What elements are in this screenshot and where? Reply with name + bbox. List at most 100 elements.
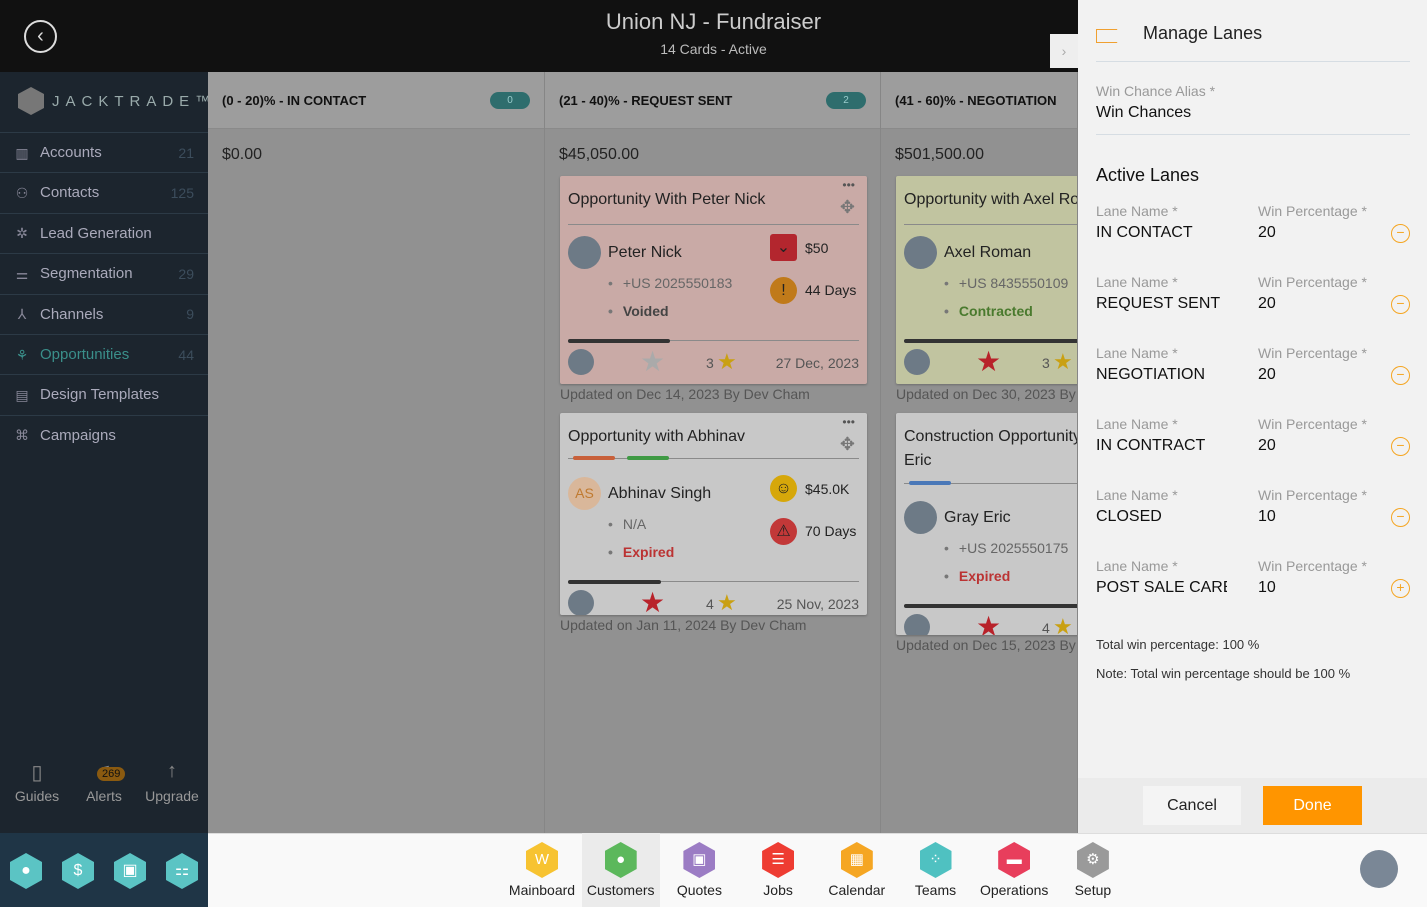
rating-star-icon: ★: [717, 349, 737, 374]
alias-input[interactable]: Win Chances: [1096, 104, 1410, 122]
card-title-line2: Eric: [904, 452, 932, 469]
lane-name-input[interactable]: CLOSED: [1096, 508, 1227, 526]
sidebar-item-segmentation[interactable]: ⚌ Segmentation 29: [0, 253, 208, 293]
nav-label: Setup: [1074, 882, 1112, 898]
remove-lane-button[interactable]: −: [1391, 508, 1410, 527]
move-icon[interactable]: ✥: [840, 434, 855, 455]
owner-avatar[interactable]: [904, 349, 930, 375]
lane-name-input[interactable]: REQUEST SENT: [1096, 295, 1227, 313]
panel-toggle-button[interactable]: ›: [1050, 34, 1078, 68]
sidebar-item-label: Contacts: [40, 184, 100, 202]
opportunity-card[interactable]: Opportunity with Axel Ro Axel Roman +US 84…: [896, 176, 1078, 384]
nav-calendar[interactable]: ▦ Calendar: [818, 833, 896, 907]
lane-name-label: Lane Name *: [1096, 558, 1178, 574]
win-percentage-input[interactable]: 20: [1258, 437, 1388, 455]
nav-setup[interactable]: ⚙ Setup: [1054, 833, 1132, 907]
sidebar: JACKTRADE™ ▥ Accounts 21 ⚇ Contacts 125 ✲ Lead …: [0, 72, 210, 833]
nav-customers[interactable]: ● Customers: [581, 833, 660, 907]
lane-name-label: Lane Name *: [1096, 487, 1178, 503]
contact-avatar[interactable]: [904, 501, 937, 534]
opportunity-card[interactable]: Opportunity With Peter Nick ••• ✥ Peter Nic…: [560, 176, 867, 384]
user-avatar[interactable]: [1360, 850, 1398, 888]
sidebar-item-lead-generation[interactable]: ✲ Lead Generation: [0, 212, 208, 253]
lane-name-input[interactable]: POST SALE CARE: [1096, 579, 1227, 597]
win-percentage-input[interactable]: 20: [1258, 366, 1388, 384]
teams-icon: ⁘: [919, 842, 952, 878]
win-percentage-input[interactable]: 20: [1258, 224, 1388, 242]
remove-lane-button[interactable]: −: [1391, 295, 1410, 314]
brand-logo: JACKTRADE™: [18, 87, 216, 115]
kanban-board: (0 - 20)% - IN CONTACT 0 $0.00 (21 - 40)% -…: [208, 72, 1078, 833]
add-lane-button[interactable]: +: [1391, 579, 1410, 598]
favorite-star-icon[interactable]: ★: [976, 348, 1001, 376]
nav-operations[interactable]: ▬ Operations: [975, 833, 1053, 907]
lane-header[interactable]: (41 - 60)% - NEGOTIATION: [881, 72, 1077, 129]
owner-avatar[interactable]: [904, 614, 930, 635]
win-percentage-input[interactable]: 10: [1258, 508, 1388, 526]
nav-mainboard[interactable]: W Mainboard: [503, 833, 581, 907]
owner-avatar[interactable]: [568, 590, 594, 615]
status-label: Expired: [608, 544, 674, 560]
contact-avatar[interactable]: [568, 236, 601, 269]
lane-name-input[interactable]: NEGOTIATION: [1096, 366, 1227, 384]
rating-count: 4: [1042, 620, 1050, 635]
more-icon[interactable]: •••: [842, 415, 855, 429]
favorite-star-icon[interactable]: ★: [640, 589, 665, 616]
more-icon[interactable]: •••: [842, 178, 855, 192]
sidebar-item-channels[interactable]: ⅄ Channels 9: [0, 293, 208, 334]
sidebar-item-count: 44: [178, 346, 194, 363]
sidebar-item-opportunities[interactable]: ⚘ Opportunities 44: [0, 334, 208, 374]
mainboard-icon: W: [526, 842, 558, 878]
done-button[interactable]: Done: [1263, 786, 1362, 825]
owner-avatar[interactable]: [568, 349, 594, 375]
lane-name-input[interactable]: IN CONTACT: [1096, 224, 1227, 242]
contact-phone: +US 2025550175: [944, 540, 1068, 556]
contact-name[interactable]: Axel Roman: [944, 244, 1031, 262]
lane-header[interactable]: (21 - 40)% - REQUEST SENT 2: [545, 72, 880, 129]
days-open: 70 Days: [805, 523, 857, 539]
upgrade-button[interactable]: ↑ Upgrade: [142, 760, 202, 804]
opportunity-card[interactable]: Opportunity with Abhinav ••• ✥ AS Abhinav Si…: [560, 413, 867, 615]
campaigns-icon: ⌘: [15, 427, 29, 444]
brand-name: JACKTRADE™: [52, 92, 217, 110]
lane-name-input[interactable]: IN CONTRACT: [1096, 437, 1227, 455]
nav-quotes[interactable]: ▣ Quotes: [660, 833, 738, 907]
contact-name[interactable]: Abhinav Singh: [608, 485, 711, 503]
remove-lane-button[interactable]: −: [1391, 437, 1410, 456]
sidebar-item-accounts[interactable]: ▥ Accounts 21: [0, 132, 208, 172]
remove-lane-button[interactable]: −: [1391, 224, 1410, 243]
sidebar-item-campaigns[interactable]: ⌘ Campaigns: [0, 414, 208, 455]
total-percentage: Total win percentage: 100 %: [1096, 637, 1260, 652]
win-percentage-input[interactable]: 20: [1258, 295, 1388, 313]
card-title: Opportunity with Axel Ro: [904, 191, 1078, 208]
progress-bar: [904, 339, 1077, 343]
favorite-star-icon[interactable]: ★: [640, 348, 665, 376]
contact-avatar[interactable]: AS: [568, 477, 601, 510]
manage-lanes-panel: Manage Lanes Win Chance Alias * Win Chan…: [1078, 0, 1427, 833]
win-percentage-input[interactable]: 10: [1258, 579, 1388, 597]
win-percentage-label: Win Percentage *: [1258, 416, 1367, 432]
lane-count-badge: 2: [826, 92, 866, 109]
opportunity-card[interactable]: Construction Opportunity Eric Gray Eric +US…: [896, 413, 1077, 636]
remove-lane-button[interactable]: −: [1391, 366, 1410, 385]
tag-red: [573, 456, 615, 460]
nav-label: Jobs: [763, 882, 793, 898]
sidebar-item-design-templates[interactable]: ▤ Design Templates: [0, 374, 208, 414]
sidebar-item-contacts[interactable]: ⚇ Contacts 125: [0, 172, 208, 212]
guides-button[interactable]: ▯ Guides: [7, 760, 67, 804]
contact-name[interactable]: Gray Eric: [944, 509, 1011, 527]
nav-teams[interactable]: ⁘ Teams: [897, 833, 975, 907]
contact-avatar[interactable]: [904, 236, 937, 269]
move-icon[interactable]: ✥: [840, 197, 855, 218]
card-updated: Updated on Jan 11, 2024 By Dev Cham: [560, 617, 807, 633]
favorite-star-icon[interactable]: ★: [976, 613, 1001, 636]
win-percentage-label: Win Percentage *: [1258, 558, 1367, 574]
lane-header[interactable]: (0 - 20)% - IN CONTACT 0: [208, 72, 544, 129]
contact-name[interactable]: Peter Nick: [608, 244, 682, 262]
nav-jobs[interactable]: ☰ Jobs: [739, 833, 817, 907]
lane-column: (41 - 60)% - NEGOTIATION $501,500.00 Oppor…: [881, 72, 1078, 833]
cancel-button[interactable]: Cancel: [1143, 786, 1241, 825]
calendar-icon: ▦: [840, 842, 873, 878]
nav-label: Customers: [586, 882, 655, 898]
card-updated: Updated on Dec 30, 2023 By D: [896, 386, 1078, 402]
